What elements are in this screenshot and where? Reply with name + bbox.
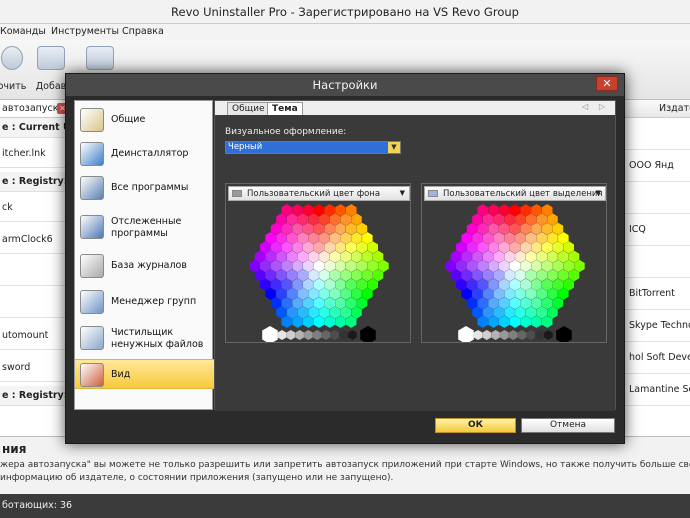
list-item[interactable] — [0, 290, 70, 318]
nav-item-label: Все программы — [111, 182, 189, 193]
info-text: жера автозапуска" вы можете не только ра… — [0, 460, 690, 483]
nav-item-label: Вид — [111, 369, 131, 380]
background-color-picker: Пользовательский цвет фона ▼ — [225, 183, 411, 343]
color-hexagon-wheel[interactable] — [422, 202, 608, 342]
refresh-button[interactable]: очить — [0, 42, 32, 98]
visual-style-label: Визуальное оформление: — [225, 127, 347, 137]
nav-item[interactable]: Все программы — [75, 173, 214, 203]
list-item[interactable]: e : Registry: HK — [0, 386, 70, 406]
uninstaller-icon — [80, 142, 104, 166]
nav-item-label: Деинсталлятор — [111, 148, 189, 159]
nav-item-label: Чистильщик ненужных файлов — [111, 327, 204, 350]
nav-item[interactable]: Общие — [75, 105, 214, 135]
clipboard-icon — [80, 108, 104, 132]
menu-help[interactable]: Справка — [122, 24, 164, 40]
settings-nav: Общие Деинсталлятор Все программы Отслеженн… — [74, 100, 214, 410]
highlight-color-picker: Пользовательский цвет выделения ▼ — [421, 183, 607, 343]
table-cell[interactable]: hol Soft Develo — [625, 342, 690, 374]
autorun-list: e : Current Useritcher.lnk e : Registry: … — [0, 118, 70, 436]
table-cell[interactable] — [625, 118, 690, 150]
refresh-icon — [1, 46, 23, 70]
list-item[interactable]: sword — [0, 354, 70, 382]
list-item[interactable]: ck — [0, 194, 70, 222]
info-panel: ния жера автозапуска" вы можете не тольк… — [0, 436, 690, 494]
nav-item[interactable]: База журналов — [75, 251, 214, 281]
table-cell[interactable]: BitTorrent — [625, 278, 690, 310]
tab-general[interactable]: Общие — [227, 102, 270, 115]
chevron-down-icon[interactable]: ▼ — [388, 142, 400, 153]
nav-item[interactable]: Вид — [75, 359, 214, 389]
list-item[interactable]: e : Registry: HK — [0, 172, 70, 192]
chevron-down-icon: ▼ — [399, 189, 405, 197]
theme-select[interactable]: Черный ▼ — [225, 141, 401, 154]
cancel-button[interactable]: Отмена — [521, 418, 615, 433]
nav-item[interactable]: Деинсталлятор — [75, 141, 214, 167]
add-icon — [37, 46, 65, 70]
ok-button[interactable]: ОК — [435, 418, 516, 433]
background-color-dropdown[interactable]: Пользовательский цвет фона ▼ — [228, 186, 410, 201]
cleaner-icon — [80, 326, 104, 350]
status-bar: ботающих: 36 — [0, 494, 690, 518]
table-cell[interactable] — [625, 406, 690, 438]
publisher-column: Издате ООО Янд ICQ BitTorrentSkype Technol… — [624, 100, 690, 438]
list-item[interactable]: e : Current User — [0, 118, 70, 138]
menu-commands[interactable]: Команды — [0, 24, 46, 40]
highlight-color-dropdown[interactable]: Пользовательский цвет выделения ▼ — [424, 186, 606, 201]
list-item[interactable]: utomount — [0, 322, 70, 350]
publisher-header[interactable]: Издате — [625, 100, 690, 118]
color-swatch-icon — [232, 190, 242, 197]
table-cell[interactable]: Lamantine Sof — [625, 374, 690, 406]
settings-content: Общие Тема ◁ ▷ Визуальное оформление: Че… — [214, 100, 616, 411]
tab-scroll-arrows[interactable]: ◁ ▷ — [582, 102, 609, 111]
color-hexagon-wheel[interactable] — [226, 202, 412, 342]
monitor-icon — [80, 176, 104, 200]
nav-item-label: Менеджер групп — [111, 296, 197, 307]
info-title: ния — [2, 442, 27, 456]
settings-dialog: Настройки ✕ Общие Деинсталлятор Все програ… — [65, 73, 625, 444]
database-icon — [80, 254, 104, 278]
color-swatch-icon — [428, 190, 438, 197]
tab-strip: Общие Тема ◁ ▷ — [215, 101, 615, 115]
list-item[interactable] — [0, 258, 70, 286]
close-button[interactable]: ✕ — [596, 76, 618, 91]
list-item[interactable]: armClock6 — [0, 226, 70, 254]
table-cell[interactable]: Skype Technol — [625, 310, 690, 342]
list-item[interactable]: itcher.lnk — [0, 140, 70, 168]
menu-bar: Команды Инструменты Справка — [0, 24, 690, 40]
theme-select-value: Черный — [226, 142, 388, 153]
table-cell[interactable] — [625, 182, 690, 214]
nav-item-label: Общие — [111, 114, 146, 125]
tab-autorun[interactable]: автозапуска ✕ — [0, 100, 70, 118]
view-icon — [80, 363, 104, 387]
tab-theme[interactable]: Тема — [267, 102, 303, 115]
user-monitor-icon — [80, 215, 104, 239]
nav-item[interactable]: Чистильщик ненужных файлов — [75, 323, 214, 353]
table-cell[interactable] — [625, 246, 690, 278]
add-button[interactable]: Добав — [34, 42, 68, 98]
nav-item-label: База журналов — [111, 260, 187, 271]
nav-item[interactable]: Менеджер групп — [75, 287, 214, 317]
chevron-down-icon: ▼ — [595, 189, 601, 197]
menu-tools[interactable]: Инструменты — [51, 24, 119, 40]
nav-item[interactable]: Отслеженные программы — [75, 209, 214, 245]
window-icon — [86, 46, 114, 70]
table-cell[interactable]: ООО Янд — [625, 150, 690, 182]
app-title-bar: Revo Uninstaller Pro - Зарегистрировано … — [0, 0, 690, 24]
dialog-title: Настройки — [66, 74, 624, 96]
group-manager-icon — [80, 290, 104, 314]
table-cell[interactable]: ICQ — [625, 214, 690, 246]
nav-item-label: Отслеженные программы — [111, 216, 182, 239]
theme-tab-body: Визуальное оформление: Черный ▼ Пользова… — [215, 115, 615, 411]
